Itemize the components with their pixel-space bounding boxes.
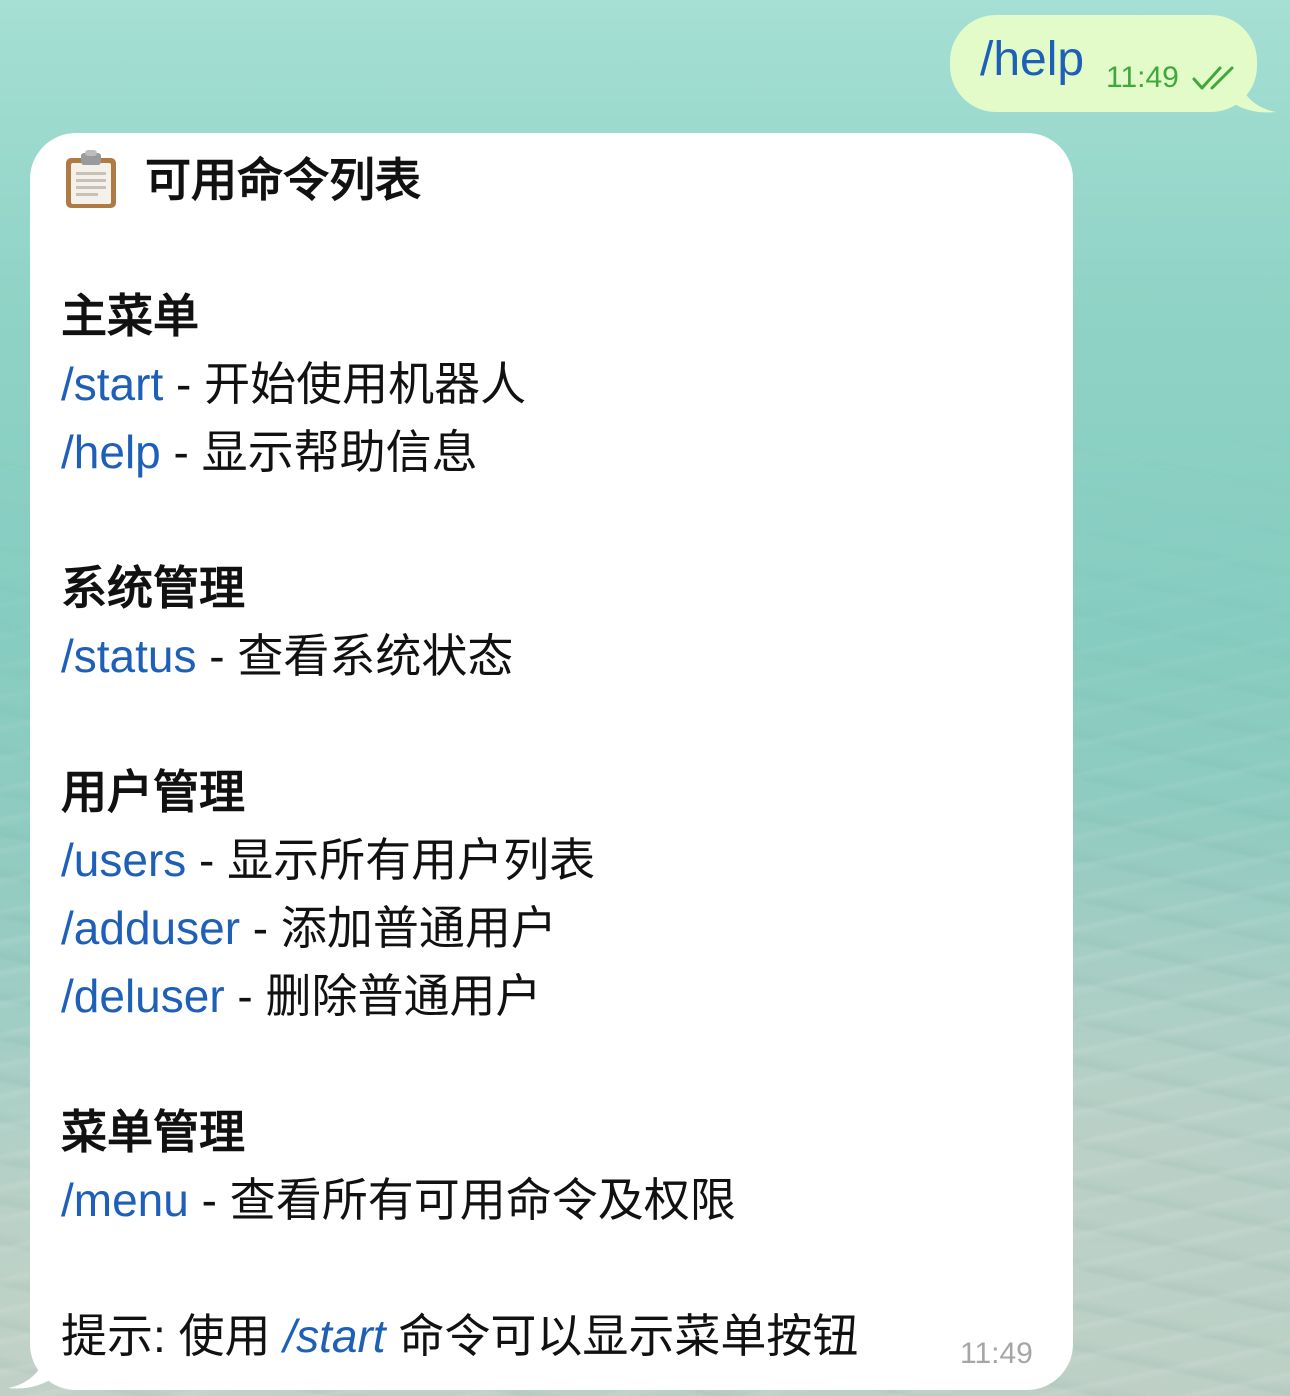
command-description: - 删除普通用户 [224,970,542,1022]
command-description: - 查看系统状态 [196,630,514,682]
double-check-icon [1192,66,1234,90]
command-row: /start - 开始使用机器人 [61,350,526,418]
clipboard-icon [66,150,116,208]
command-description: - 查看所有可用命令及权限 [188,1174,736,1226]
tip-suffix: 命令可以显示菜单按钮 [385,1310,859,1362]
section-heading: 用户管理 [61,766,245,818]
outgoing-message-text: /help [980,33,1085,86]
command-row: /help - 显示帮助信息 [61,418,478,486]
command-link-menu[interactable]: /menu [61,1174,189,1226]
command-link-adduser[interactable]: /adduser [61,902,240,954]
tip-row: 提示: 使用 /start 命令可以显示菜单按钮 [61,1302,858,1370]
command-description: - 添加普通用户 [240,902,557,954]
section-heading: 主菜单 [61,290,199,342]
command-row: /deluser - 删除普通用户 [61,962,542,1030]
command-row: /adduser - 添加普通用户 [61,894,557,962]
tip-command-link-start[interactable]: /start [283,1310,385,1362]
command-row: /status - 查看系统状态 [61,622,513,690]
command-link-start[interactable]: /start [61,358,163,410]
command-link-deluser[interactable]: /deluser [61,970,225,1022]
command-description: - 显示帮助信息 [160,426,478,478]
message-title: 可用命令列表 [145,154,421,206]
section-heading: 系统管理 [61,562,245,614]
command-description: - 开始使用机器人 [163,358,527,410]
section-heading: 菜单管理 [61,1106,245,1158]
tip-prefix: 提示: 使用 [61,1310,284,1362]
command-row: /users - 显示所有用户列表 [61,826,595,894]
command-description: - 显示所有用户列表 [186,834,596,886]
incoming-message-time: 11:49 [960,1337,1033,1370]
command-row: /menu - 查看所有可用命令及权限 [61,1166,736,1234]
command-link-users[interactable]: /users [61,834,186,886]
command-link-status[interactable]: /status [61,630,197,682]
outgoing-message-time: 11:49 [1106,61,1179,94]
command-link-help[interactable]: /help [61,426,161,478]
